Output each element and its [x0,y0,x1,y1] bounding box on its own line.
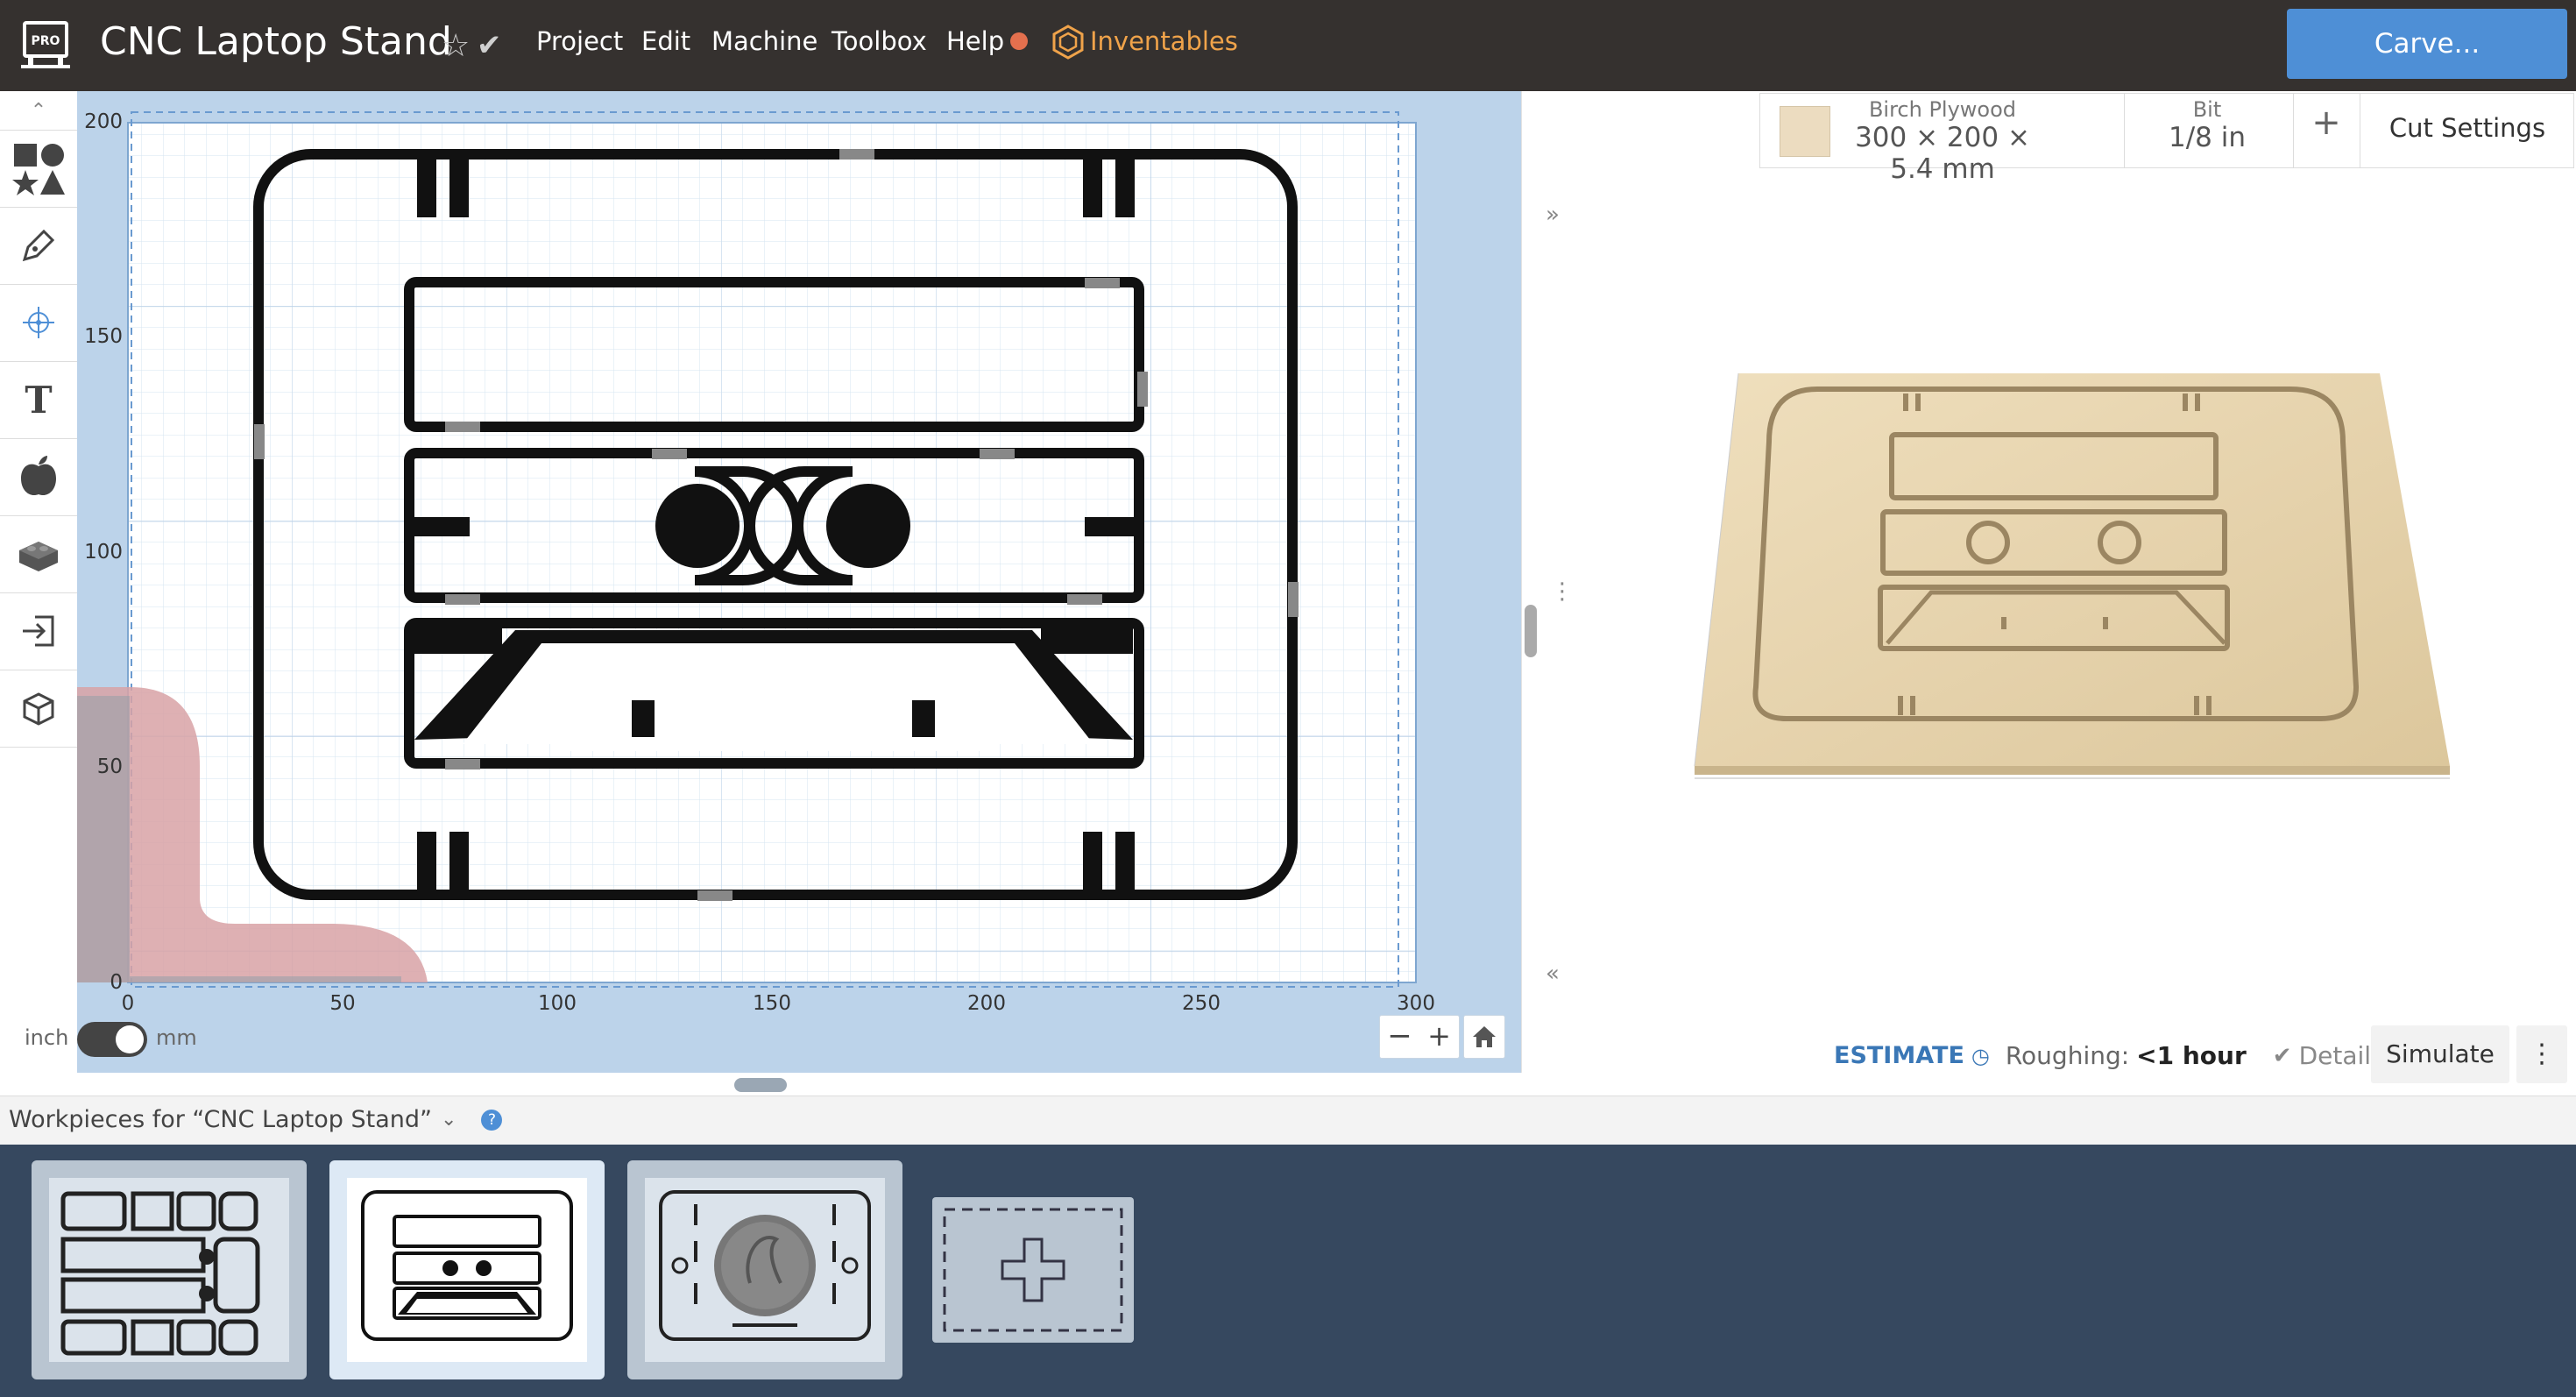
chevron-down-icon[interactable]: ⌄ [441,1109,456,1131]
bit-label: Bit [2192,97,2222,122]
3d-preview[interactable] [1572,91,2576,1096]
x-tick: 250 [1182,992,1221,1015]
design-canvas[interactable]: 200 150 100 50 0 0 50 100 150 200 250 30… [77,91,1521,1073]
lego-icon[interactable] [0,515,77,593]
unit-mm-label: mm [156,1025,197,1050]
menu-project[interactable]: Project [536,26,623,56]
workpiece-thumb[interactable] [32,1160,307,1379]
y-tick: 100 [84,541,123,564]
y-tick: 50 [97,755,123,778]
menu-toolbox[interactable]: Toolbox [832,26,927,56]
carve-button[interactable]: Carve... [2287,9,2567,79]
material-selector[interactable]: Birch Plywood 300 × 200 × 5.4 mm [1844,97,2041,185]
y-tick: 200 [84,110,123,133]
notification-dot[interactable] [1010,32,1028,50]
add-workpiece-button[interactable] [932,1197,1134,1343]
x-tick: 150 [753,992,791,1015]
zoom-in-icon[interactable]: + [1419,1016,1459,1058]
expand-right-icon[interactable]: » [1546,202,1560,228]
simulate-button[interactable]: Simulate [2371,1025,2509,1083]
roughing-label: Roughing: [2005,1041,2130,1070]
star-icon[interactable]: ☆ [442,28,470,64]
tool-strip: ⌃ T [0,91,78,762]
collapse-left-icon[interactable]: « [1546,961,1560,987]
pro-logo-icon[interactable]: PRO [16,18,75,72]
saved-check-icon: ✔ [477,28,502,63]
target-icon[interactable] [0,284,77,362]
home-icon[interactable] [1463,1015,1505,1059]
apple-icon[interactable] [0,438,77,516]
x-tick: 300 [1397,992,1435,1015]
estimate-label[interactable]: ESTIMATE [1834,1042,1964,1069]
workpiece-thumb-selected[interactable] [329,1160,605,1379]
workpieces-heading: Workpieces for “CNC Laptop Stand” [9,1106,433,1133]
bit-value: 1/8 in [2168,122,2246,153]
preview-pane [1572,91,2576,1096]
material-bar: Birch Plywood 300 × 200 × 5.4 mm Bit 1/8… [1759,93,2574,185]
unit-inch-label: inch [25,1025,69,1050]
cut-settings-button[interactable]: Cut Settings [2365,113,2570,143]
toggle-knob [116,1025,144,1053]
inventables-link[interactable]: Inventables [1090,26,1238,56]
material-swatch[interactable] [1780,106,1830,157]
resize-handle[interactable] [734,1078,787,1092]
text-icon[interactable]: T [0,361,77,439]
menu-edit[interactable]: Edit [641,26,690,56]
menu-machine[interactable]: Machine [711,26,817,56]
unit-toggle[interactable] [77,1022,147,1057]
material-dimensions: 300 × 200 × 5.4 mm [1855,122,2030,185]
import-icon[interactable] [0,592,77,670]
help-icon[interactable]: ? [481,1109,503,1131]
pen-icon[interactable] [0,207,77,285]
x-tick: 0 [122,992,135,1015]
scrollbar[interactable] [1525,605,1537,657]
cube-icon[interactable] [0,670,77,748]
canvas-svg: 200 150 100 50 0 0 50 100 150 200 250 30… [77,110,1435,1015]
drag-dots-icon[interactable]: ⋮ [1551,578,1574,605]
shapes-icon[interactable] [0,130,77,208]
clock-icon[interactable]: ◷ [1971,1044,1990,1068]
bit-selector[interactable]: Bit 1/8 in [2128,97,2286,153]
material-name: Birch Plywood [1868,97,2017,122]
workpiece-thumb[interactable] [627,1160,902,1379]
detailed-check-icon: ✔ [2272,1042,2292,1069]
x-tick: 200 [967,992,1006,1015]
x-tick: 100 [538,992,577,1015]
pro-badge-text: PRO [32,34,60,48]
zoom-out-icon[interactable]: − [1380,1016,1419,1058]
workpieces-title[interactable]: Workpieces for “CNC Laptop Stand” ⌄ ? [9,1106,503,1133]
inventables-logo-icon[interactable] [1051,25,1085,60]
estimate-row: ESTIMATE ◷ Roughing: <1 hour ✔ Detailed [1834,1041,2402,1070]
y-tick: 0 [110,971,123,994]
project-title[interactable]: CNC Laptop Stand [100,19,452,64]
more-options-icon[interactable]: ⋮ [2516,1025,2567,1083]
menu-help[interactable]: Help [946,26,1004,56]
x-tick: 50 [329,992,355,1015]
roughing-value: <1 hour [2136,1041,2247,1070]
add-bit-button[interactable]: + [2295,103,2358,143]
collapse-tools-icon[interactable]: ⌃ [0,91,77,131]
y-tick: 150 [84,325,123,348]
zoom-controls: − + [1379,1015,1460,1059]
